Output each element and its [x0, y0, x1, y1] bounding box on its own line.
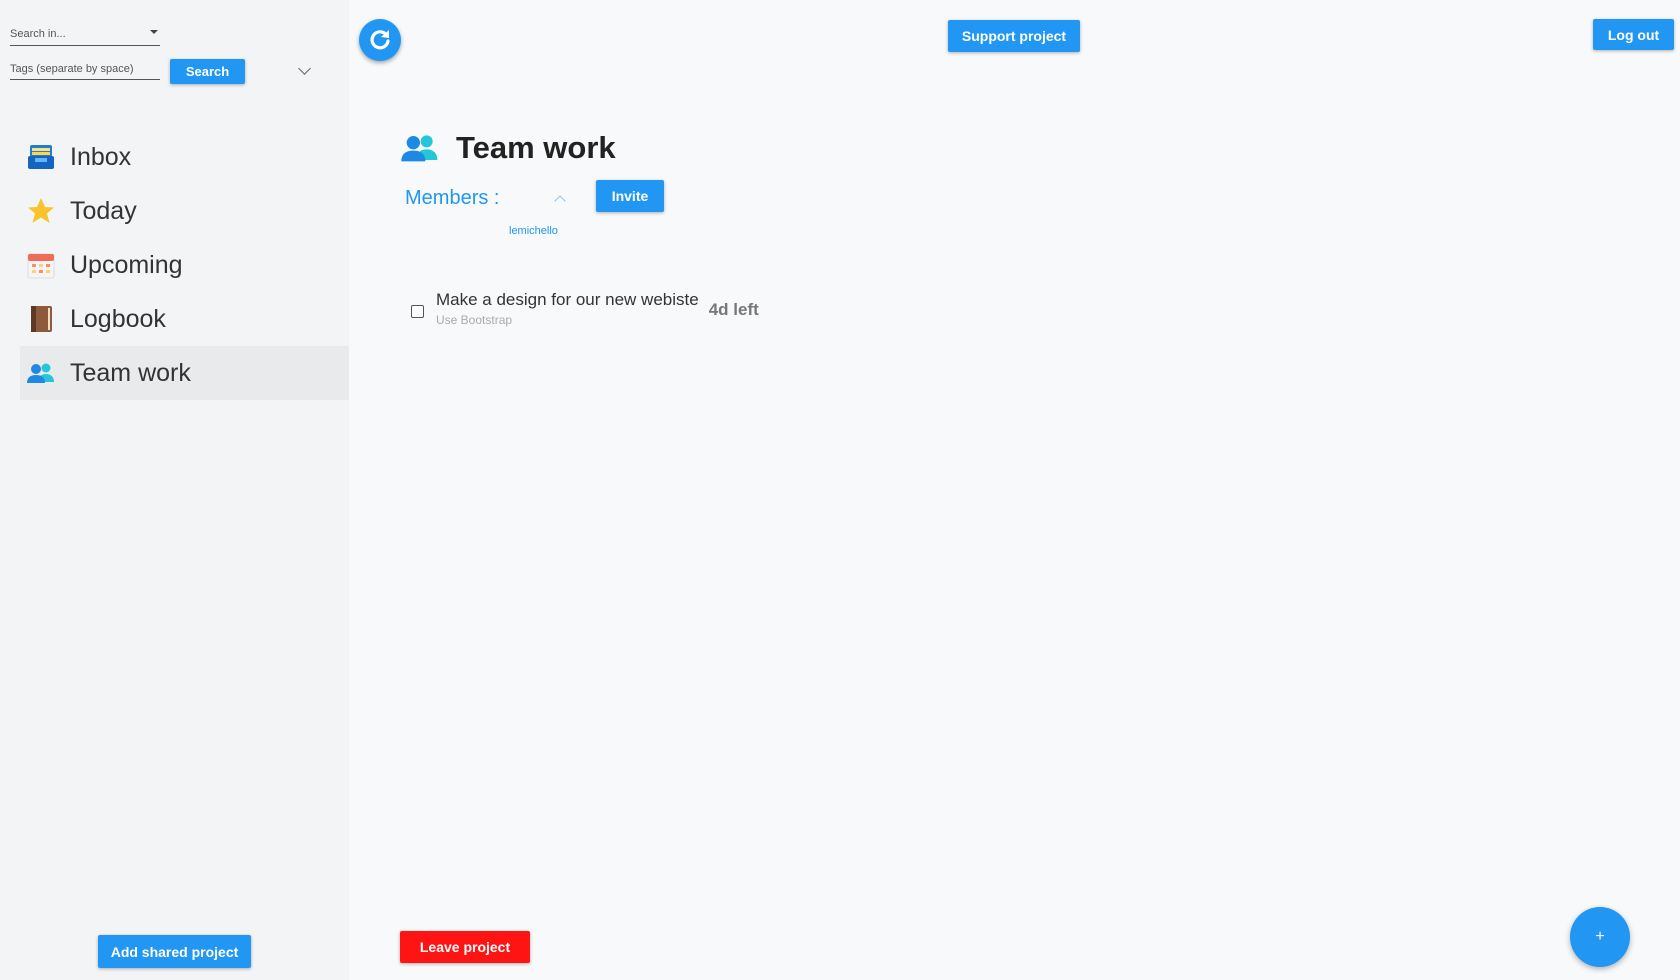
- invite-button[interactable]: Invite: [596, 180, 664, 212]
- tags-input[interactable]: [10, 58, 160, 80]
- sidebar-item-label: Inbox: [70, 142, 132, 171]
- project-header: Team work: [400, 130, 616, 166]
- sidebar-item-label: Team work: [70, 358, 191, 387]
- add-task-fab[interactable]: +: [1570, 907, 1630, 967]
- task-note: Use Bootstrap: [436, 313, 513, 327]
- sidebar-item-logbook[interactable]: Logbook: [20, 292, 349, 346]
- search-scope-select[interactable]: Search in...: [10, 22, 160, 46]
- search-scope-placeholder: Search in...: [10, 28, 66, 40]
- chevron-up-icon[interactable]: [554, 195, 566, 207]
- task-checkbox[interactable]: [411, 305, 424, 318]
- task-text: Make a design for our new webiste Use Bo…: [436, 290, 699, 327]
- task-due-badge: 4d left: [708, 300, 759, 319]
- sidebar-item-inbox[interactable]: Inbox: [20, 130, 349, 184]
- sidebar-item-label: Logbook: [70, 304, 166, 333]
- star-icon: [26, 196, 56, 226]
- members-label: Members :: [405, 187, 500, 209]
- inbox-tray-icon: [26, 142, 56, 172]
- sidebar-item-upcoming[interactable]: Upcoming: [20, 238, 349, 292]
- add-shared-project-button[interactable]: Add shared project: [98, 935, 251, 968]
- page-title: Team work: [456, 130, 616, 165]
- sidebar-item-team-work[interactable]: Team work: [20, 346, 349, 400]
- refresh-icon: [370, 30, 390, 50]
- sidebar-item-today[interactable]: Today: [20, 184, 349, 238]
- book-icon: [26, 304, 56, 334]
- log-out-button[interactable]: Log out: [1593, 19, 1674, 50]
- task-item: Make a design for our new webiste Use Bo…: [411, 290, 759, 327]
- sidebar-item-label: Upcoming: [70, 250, 183, 279]
- team-icon: [26, 358, 56, 388]
- sidebar: Search in... Search Inbox: [0, 0, 349, 980]
- sidebar-item-label: Today: [70, 196, 137, 225]
- member-item: lemichello: [509, 225, 558, 237]
- leave-project-button[interactable]: Leave project: [400, 931, 530, 963]
- support-project-button[interactable]: Support project: [948, 20, 1080, 52]
- caret-down-icon: [150, 30, 158, 34]
- chevron-down-icon[interactable]: [298, 62, 311, 75]
- task-title[interactable]: Make a design for our new webiste: [436, 290, 699, 310]
- search-button[interactable]: Search: [170, 59, 245, 84]
- team-icon: [400, 132, 440, 164]
- calendar-icon: [26, 250, 56, 280]
- refresh-button[interactable]: [359, 19, 401, 61]
- sidebar-nav: Inbox Today Upcoming Logbook Team work: [20, 130, 349, 400]
